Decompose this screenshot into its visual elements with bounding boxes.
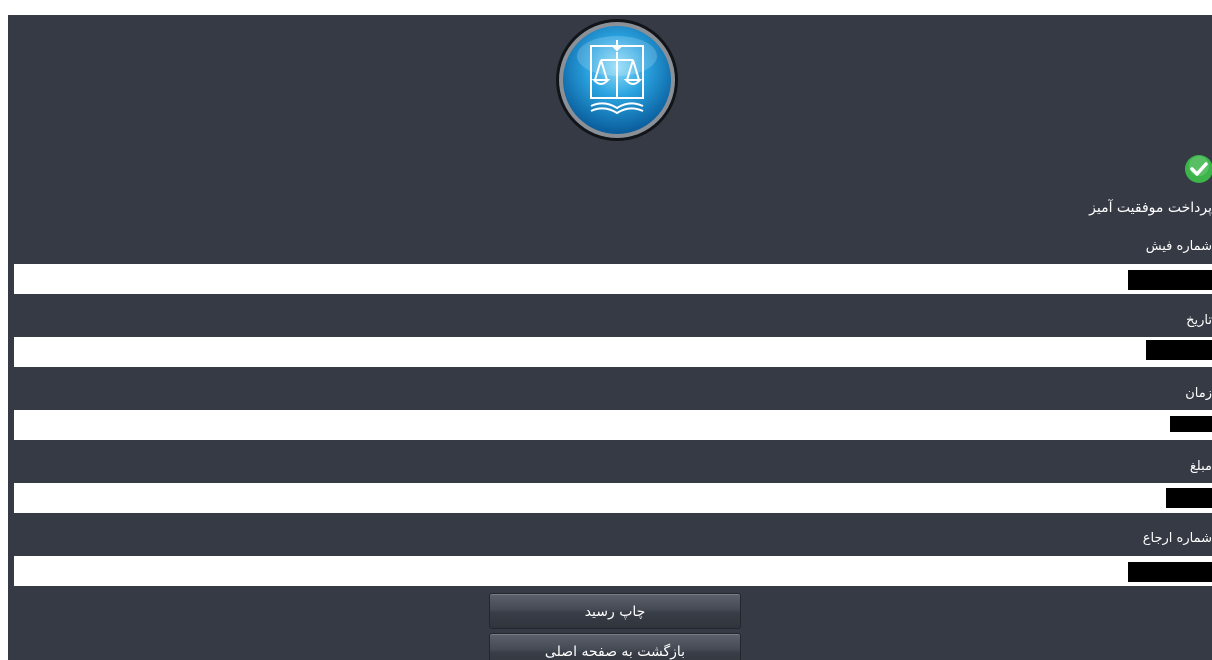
amount-label: مبلغ xyxy=(1189,459,1212,474)
reference-number-field[interactable] xyxy=(14,556,1212,586)
date-label: تاریخ xyxy=(1186,313,1212,328)
time-field[interactable] xyxy=(14,410,1212,440)
receipt-panel: پرداخت موفقیت آمیز شماره فیش تاریخ زمان … xyxy=(8,15,1212,660)
reference-number-redacted-value xyxy=(1128,562,1212,582)
date-field[interactable] xyxy=(14,337,1212,367)
back-to-home-button[interactable]: بازگشت به صفحه اصلی xyxy=(489,633,741,660)
amount-redacted-value xyxy=(1166,488,1212,508)
payment-status-text: پرداخت موفقیت آمیز xyxy=(1089,200,1212,216)
time-label: زمان xyxy=(1185,386,1212,401)
receipt-number-field[interactable] xyxy=(14,264,1212,294)
justice-scales-emblem-icon xyxy=(556,19,678,141)
time-redacted-value xyxy=(1170,416,1212,432)
print-receipt-button[interactable]: چاپ رسید xyxy=(489,593,741,629)
date-redacted-value xyxy=(1146,340,1212,360)
check-circle-icon xyxy=(1185,155,1212,183)
amount-field[interactable] xyxy=(14,483,1212,513)
reference-number-label: شماره ارجاع xyxy=(1142,531,1212,546)
receipt-number-label: شماره فیش xyxy=(1145,239,1212,254)
receipt-number-redacted-value xyxy=(1128,270,1212,290)
